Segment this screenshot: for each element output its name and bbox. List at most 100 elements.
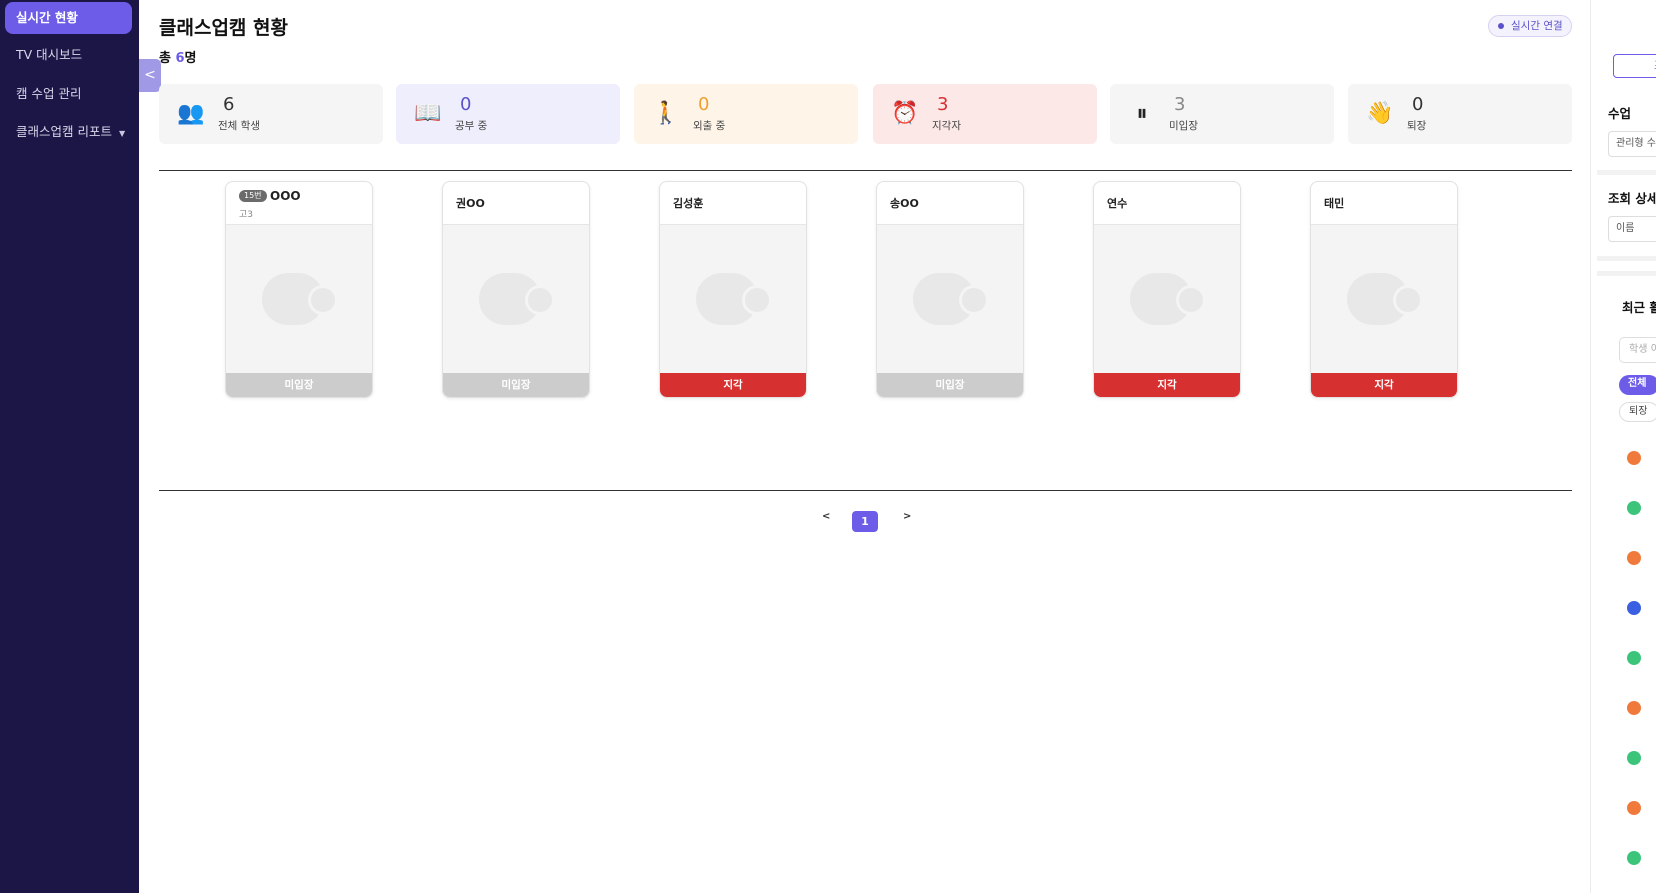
activity-status-icon bbox=[1627, 601, 1641, 615]
sidebar-item-label: 실시간 현황 bbox=[16, 10, 78, 25]
walking-icon: 🚶 bbox=[652, 101, 680, 126]
activity-panel: 조 수업 관리형 수 조회 상세 이름 최근 활 학생 이 전체 퇴장 bbox=[1590, 0, 1656, 893]
seat-badge: 15번 bbox=[239, 190, 267, 202]
status-badge: 지각 bbox=[1094, 373, 1240, 397]
status-badge: 미입장 bbox=[877, 373, 1023, 397]
people-icon: 👥 bbox=[177, 101, 205, 126]
student-card-header: 연수 bbox=[1094, 182, 1240, 225]
camera-lens-icon bbox=[525, 285, 555, 315]
divider bbox=[159, 170, 1572, 171]
sidebar-item-cam-class-manage[interactable]: 캠 수업 관리 bbox=[5, 78, 132, 110]
camera-lens-icon bbox=[308, 285, 338, 315]
stat-label: 지각자 bbox=[932, 120, 961, 132]
stat-card: 👥 6 전체 학생 bbox=[159, 84, 383, 144]
prev-page-button[interactable]: < bbox=[822, 511, 830, 522]
sidebar-item-live-status[interactable]: 실시간 현황 bbox=[5, 2, 132, 34]
camera-lens-icon bbox=[959, 285, 989, 315]
sidebar-item-label: TV 대시보드 bbox=[16, 47, 83, 62]
student-card[interactable]: 김성훈지각 bbox=[659, 181, 807, 398]
student-card-header: 15번고3 OOO bbox=[226, 182, 372, 225]
student-card[interactable]: 송OO 미입장 bbox=[876, 181, 1024, 398]
lookup-label: 조회 상세 bbox=[1608, 191, 1656, 206]
sidebar-item-tv-dashboard[interactable]: TV 대시보드 bbox=[5, 39, 132, 71]
sidebar: 실시간 현황 TV 대시보드 캠 수업 관리 클래스업캠 리포트 ▼ bbox=[0, 0, 139, 893]
divider bbox=[159, 490, 1572, 491]
stat-value: 3 bbox=[1174, 94, 1186, 115]
student-name: 권OO bbox=[456, 197, 485, 210]
student-card[interactable]: 연수지각 bbox=[1093, 181, 1241, 398]
stat-card: 🚶 0 외출 중 bbox=[634, 84, 858, 144]
student-name: 김성훈 bbox=[673, 197, 704, 210]
student-card[interactable]: 권OO 미입장 bbox=[442, 181, 590, 398]
camera-placeholder bbox=[226, 225, 372, 373]
camera-placeholder bbox=[1094, 225, 1240, 373]
status-badge: 지각 bbox=[660, 373, 806, 397]
pause-icon: ⏸ bbox=[1136, 101, 1148, 126]
sidebar-item-label: 클래스업캠 리포트 bbox=[16, 124, 112, 139]
activity-status-icon bbox=[1627, 751, 1641, 765]
sidebar-item-label: 캠 수업 관리 bbox=[16, 86, 82, 101]
status-badge: 미입장 bbox=[443, 373, 589, 397]
camera-placeholder bbox=[877, 225, 1023, 373]
student-search-input[interactable]: 학생 이 bbox=[1619, 337, 1656, 363]
camera-lens-icon bbox=[1393, 285, 1423, 315]
camera-placeholder bbox=[660, 225, 806, 373]
stat-label: 미입장 bbox=[1169, 120, 1198, 132]
camera-lens-icon bbox=[1176, 285, 1206, 315]
stat-label: 공부 중 bbox=[455, 120, 488, 132]
student-card-header: 태민 bbox=[1311, 182, 1457, 225]
stat-card: ⏰ 3 지각자 bbox=[873, 84, 1097, 144]
stat-card: ⏸ 3 미입장 bbox=[1110, 84, 1334, 144]
camera-placeholder bbox=[1311, 225, 1457, 373]
panel-divider bbox=[1597, 256, 1656, 261]
student-grade: 고3 bbox=[239, 210, 254, 220]
filter-chip-all[interactable]: 전체 bbox=[1619, 375, 1656, 395]
class-select[interactable]: 관리형 수 bbox=[1608, 131, 1656, 157]
caret-down-icon: ▼ bbox=[118, 129, 126, 138]
student-card[interactable]: 15번고3 OOO 미입장 bbox=[225, 181, 373, 398]
stat-card: 📖 0 공부 중 bbox=[396, 84, 620, 144]
filter-chip-exit[interactable]: 퇴장 bbox=[1619, 402, 1656, 422]
student-name: 송OO bbox=[890, 197, 919, 210]
stat-label: 전체 학생 bbox=[218, 120, 260, 132]
stat-value: 3 bbox=[937, 94, 949, 115]
next-page-button[interactable]: > bbox=[903, 511, 911, 522]
student-card[interactable]: 태민지각 bbox=[1310, 181, 1458, 398]
live-connection-badge: 실시간 연결 bbox=[1488, 15, 1572, 37]
student-card-header: 김성훈 bbox=[660, 182, 806, 225]
student-card-header: 송OO bbox=[877, 182, 1023, 225]
activity-status-icon bbox=[1627, 851, 1641, 865]
sidebar-item-classup-report[interactable]: 클래스업캠 리포트 ▼ bbox=[5, 116, 132, 148]
stat-card: 👋 0 퇴장 bbox=[1348, 84, 1572, 144]
camera-lens-icon bbox=[742, 285, 772, 315]
live-dot-icon bbox=[1498, 23, 1504, 29]
activity-status-icon bbox=[1627, 451, 1641, 465]
stat-label: 퇴장 bbox=[1407, 120, 1427, 132]
status-badge: 지각 bbox=[1311, 373, 1457, 397]
lookup-select[interactable]: 이름 bbox=[1608, 216, 1656, 242]
panel-divider bbox=[1597, 271, 1656, 276]
student-name: OOO bbox=[270, 189, 301, 203]
student-card-header: 권OO bbox=[443, 182, 589, 225]
activity-status-icon bbox=[1627, 551, 1641, 565]
recent-activity-label: 최근 활 bbox=[1622, 300, 1656, 315]
activity-status-icon bbox=[1627, 501, 1641, 515]
stat-value: 0 bbox=[460, 94, 472, 115]
page-1-button[interactable]: 1 bbox=[852, 511, 878, 532]
student-name: 태민 bbox=[1324, 197, 1345, 210]
alarm-clock-icon: ⏰ bbox=[891, 101, 919, 126]
panel-action-button[interactable]: 조 bbox=[1613, 54, 1656, 78]
student-name: 연수 bbox=[1107, 197, 1128, 210]
total-count: 총 6명 bbox=[159, 51, 197, 66]
book-icon: 📖 bbox=[414, 101, 442, 126]
class-label: 수업 bbox=[1608, 106, 1632, 121]
page-title: 클래스업캠 현황 bbox=[159, 17, 288, 39]
stat-value: 0 bbox=[698, 94, 710, 115]
collapse-sidebar-button[interactable]: < bbox=[139, 59, 161, 92]
stat-value: 6 bbox=[223, 94, 235, 115]
status-badge: 미입장 bbox=[226, 373, 372, 397]
activity-status-icon bbox=[1627, 651, 1641, 665]
activity-status-icon bbox=[1627, 701, 1641, 715]
activity-status-icon bbox=[1627, 801, 1641, 815]
stat-label: 외출 중 bbox=[693, 120, 726, 132]
